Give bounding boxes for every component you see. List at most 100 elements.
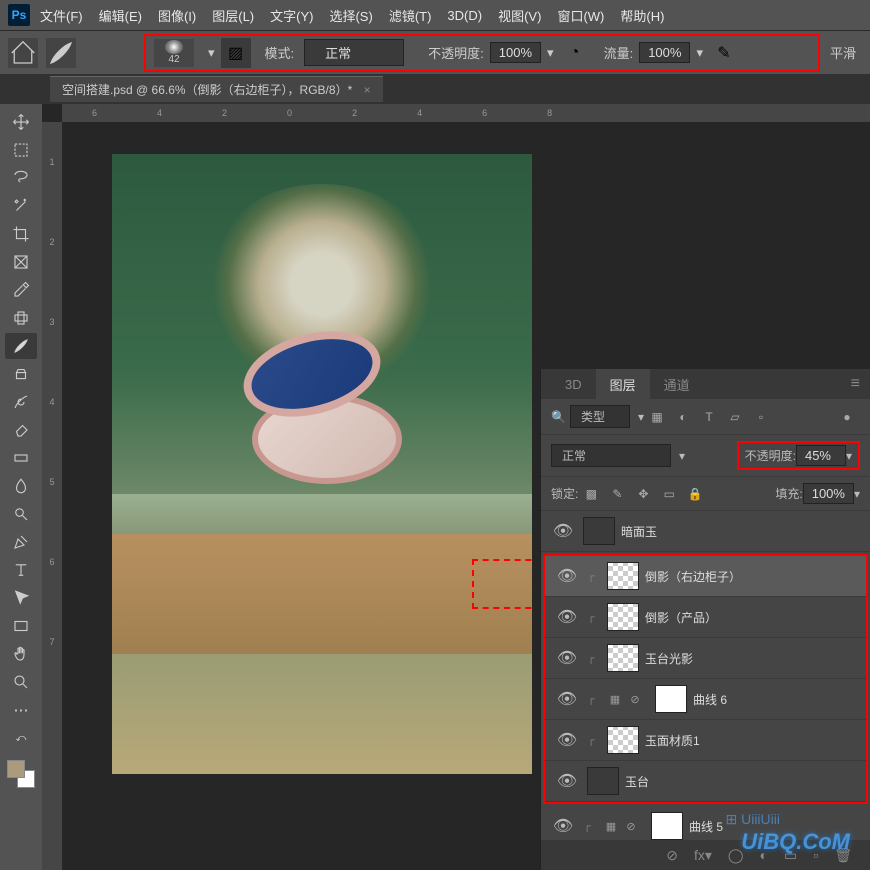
menu-help[interactable]: 帮助(H): [620, 6, 664, 25]
layer-thumbnail[interactable]: [607, 726, 639, 754]
layer-row[interactable]: 👁 玉台: [545, 761, 866, 802]
hand-tool[interactable]: [5, 641, 37, 667]
layer-row[interactable]: 👁 暗面玉: [541, 511, 870, 552]
pen-tool[interactable]: [5, 529, 37, 555]
path-select-tool[interactable]: [5, 585, 37, 611]
brush-tool-icon[interactable]: [46, 38, 76, 68]
brush-settings-icon[interactable]: ▨: [221, 38, 251, 68]
menu-window[interactable]: 窗口(W): [557, 6, 604, 25]
swap-colors-icon[interactable]: ⤺: [5, 725, 37, 751]
layer-name[interactable]: 倒影（产品）: [645, 609, 717, 626]
ps-logo[interactable]: Ps: [8, 4, 30, 26]
filter-type-icon[interactable]: T: [700, 408, 718, 426]
menu-file[interactable]: 文件(F): [40, 6, 83, 25]
tab-channels[interactable]: 通道: [650, 369, 704, 400]
menu-text[interactable]: 文字(Y): [270, 6, 313, 25]
mode-select[interactable]: 正常: [304, 39, 404, 66]
menu-image[interactable]: 图像(I): [158, 6, 196, 25]
menu-3d[interactable]: 3D(D): [447, 8, 482, 23]
color-swatches[interactable]: [7, 760, 35, 788]
tab-layers[interactable]: 图层: [596, 369, 650, 400]
search-icon[interactable]: 🔍: [551, 410, 566, 424]
filter-pixel-icon[interactable]: ▦: [648, 408, 666, 426]
marquee-tool[interactable]: [5, 137, 37, 163]
ruler-horizontal[interactable]: 64202468: [62, 104, 870, 122]
lasso-tool[interactable]: [5, 165, 37, 191]
blend-mode-select[interactable]: 正常: [551, 444, 671, 467]
airbrush-icon[interactable]: ✎: [709, 38, 739, 68]
fill-value[interactable]: 100%: [803, 483, 854, 504]
rectangle-tool[interactable]: [5, 613, 37, 639]
menu-edit[interactable]: 编辑(E): [99, 6, 142, 25]
ruler-vertical[interactable]: 1234567: [42, 122, 62, 870]
filter-adjust-icon[interactable]: ◐: [674, 408, 692, 426]
layer-thumbnail[interactable]: [651, 812, 683, 840]
visibility-icon[interactable]: 👁: [553, 689, 581, 709]
visibility-icon[interactable]: 👁: [549, 521, 577, 541]
brush-preview[interactable]: 42: [154, 39, 194, 67]
layer-name[interactable]: 玉台光影: [645, 650, 693, 667]
fg-color[interactable]: [7, 760, 25, 778]
layer-thumbnail[interactable]: [587, 767, 619, 795]
eraser-tool[interactable]: [5, 417, 37, 443]
visibility-icon[interactable]: 👁: [553, 566, 581, 586]
visibility-icon[interactable]: 👁: [549, 816, 577, 836]
filter-smart-icon[interactable]: ▫: [752, 408, 770, 426]
layer-thumbnail[interactable]: [607, 562, 639, 590]
tab-3d[interactable]: 3D: [551, 371, 596, 398]
layer-row[interactable]: 👁┌ 玉面材质1: [545, 720, 866, 761]
eyedropper-tool[interactable]: [5, 277, 37, 303]
more-tools-icon[interactable]: ⋯: [5, 697, 37, 723]
canvas[interactable]: [112, 154, 532, 774]
visibility-icon[interactable]: 👁: [553, 607, 581, 627]
visibility-icon[interactable]: 👁: [553, 771, 581, 791]
visibility-icon[interactable]: 👁: [553, 648, 581, 668]
layer-thumbnail[interactable]: [607, 644, 639, 672]
layer-name[interactable]: 倒影（右边柜子）: [645, 568, 741, 585]
menu-filter[interactable]: 滤镜(T): [389, 6, 432, 25]
layer-thumbnail[interactable]: [583, 517, 615, 545]
layer-name[interactable]: 玉台: [625, 773, 649, 790]
history-brush-tool[interactable]: [5, 389, 37, 415]
lock-paint-icon[interactable]: ✎: [608, 485, 626, 503]
fx-icon[interactable]: fx▾: [694, 847, 712, 864]
panel-menu-icon[interactable]: ≡: [851, 375, 860, 393]
lock-artboard-icon[interactable]: ▭: [660, 485, 678, 503]
blur-tool[interactable]: [5, 473, 37, 499]
layer-thumbnail[interactable]: [607, 603, 639, 631]
dodge-tool[interactable]: [5, 501, 37, 527]
layer-name[interactable]: 曲线 6: [693, 691, 727, 708]
layer-row[interactable]: 👁┌ 玉台光影: [545, 638, 866, 679]
filter-type-select[interactable]: 类型: [570, 405, 630, 428]
move-tool[interactable]: [5, 109, 37, 135]
brush-tool[interactable]: [5, 333, 37, 359]
opacity-value[interactable]: 100%: [490, 42, 541, 63]
home-icon[interactable]: [8, 38, 38, 68]
menu-view[interactable]: 视图(V): [498, 6, 541, 25]
document-tab[interactable]: 空间搭建.psd @ 66.6%（倒影（右边柜子），RGB/8）* ×: [50, 76, 383, 102]
healing-tool[interactable]: [5, 305, 37, 331]
layer-name[interactable]: 玉面材质1: [645, 732, 700, 749]
frame-tool[interactable]: [5, 249, 37, 275]
magic-wand-tool[interactable]: [5, 193, 37, 219]
filter-toggle-icon[interactable]: ●: [838, 408, 856, 426]
layer-row[interactable]: 👁┌ 倒影（产品）: [545, 597, 866, 638]
layer-row[interactable]: 👁┌ 倒影（右边柜子）: [545, 556, 866, 597]
clone-stamp-tool[interactable]: [5, 361, 37, 387]
visibility-icon[interactable]: 👁: [553, 730, 581, 750]
pressure-opacity-icon[interactable]: ◔: [560, 38, 590, 68]
flow-value[interactable]: 100%: [639, 42, 690, 63]
menu-layer[interactable]: 图层(L): [212, 6, 254, 25]
layer-name[interactable]: 曲线 5: [689, 818, 723, 835]
crop-tool[interactable]: [5, 221, 37, 247]
tab-close-icon[interactable]: ×: [364, 83, 371, 97]
layer-row[interactable]: 👁┌▦⊘ 曲线 6: [545, 679, 866, 720]
layer-name[interactable]: 暗面玉: [621, 523, 657, 540]
lock-transparency-icon[interactable]: ▩: [582, 485, 600, 503]
filter-shape-icon[interactable]: ▱: [726, 408, 744, 426]
zoom-tool[interactable]: [5, 669, 37, 695]
link-layers-icon[interactable]: ⊘: [666, 847, 678, 864]
gradient-tool[interactable]: [5, 445, 37, 471]
menu-select[interactable]: 选择(S): [329, 6, 372, 25]
panel-opacity-value[interactable]: 45%: [796, 445, 846, 466]
